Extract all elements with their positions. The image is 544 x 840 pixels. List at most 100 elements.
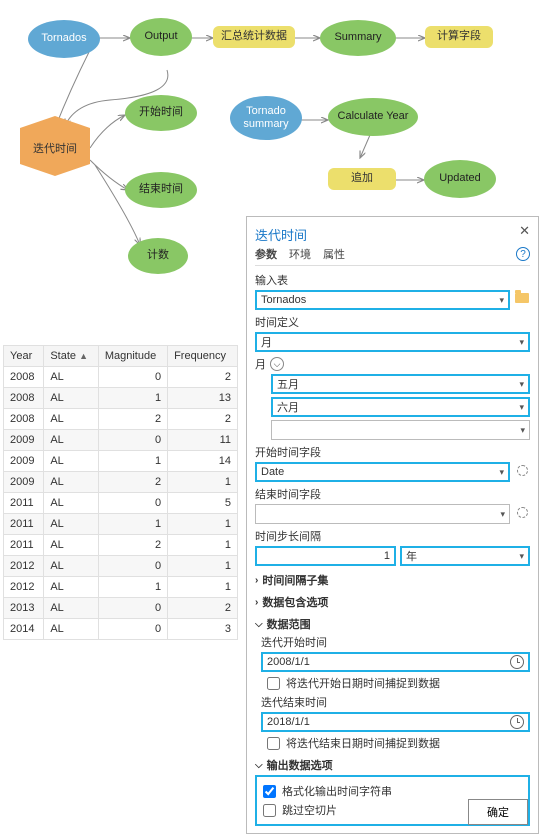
label: 计数 <box>147 249 169 262</box>
clock-icon[interactable] <box>510 655 524 669</box>
label: Tornado summary <box>236 105 296 131</box>
section-output[interactable]: ⌵输出数据选项 <box>255 757 530 773</box>
iter-start-input[interactable]: 2008/1/1 <box>261 652 530 672</box>
table-row[interactable]: 2011AL05 <box>4 493 238 514</box>
table-row[interactable]: 2008AL22 <box>4 409 238 430</box>
end-field-label: 结束时间字段 <box>255 486 530 502</box>
gear-icon[interactable] <box>514 462 530 478</box>
table-row[interactable]: 2009AL114 <box>4 451 238 472</box>
time-def-label: 时间定义 <box>255 314 530 330</box>
help-icon[interactable]: ? <box>516 247 530 261</box>
node-iterate[interactable]: 迭代时间 <box>20 128 90 168</box>
month-label: 月 <box>255 356 266 372</box>
section-subset[interactable]: ›时间间隔子集 <box>255 572 530 588</box>
chevron-down-icon: ▾ <box>519 551 524 562</box>
snap-end-label: 将迭代结束日期时间捕捉到数据 <box>286 735 440 751</box>
label: 追加 <box>351 172 373 185</box>
node-calcfield[interactable]: 计算字段 <box>425 26 493 48</box>
sort-asc-icon: ▲ <box>79 351 88 361</box>
table-row[interactable]: 2009AL21 <box>4 472 238 493</box>
table-row[interactable]: 2012AL01 <box>4 556 238 577</box>
node-end[interactable]: 结束时间 <box>125 172 197 208</box>
panel-title: 迭代时间 <box>255 225 530 244</box>
chevron-right-icon: › <box>255 575 258 586</box>
expand-icon[interactable]: ⌵ <box>270 357 284 371</box>
gear-icon[interactable] <box>514 504 530 520</box>
start-field-select[interactable]: Date▾ <box>255 462 510 482</box>
table-row[interactable]: 2012AL11 <box>4 577 238 598</box>
browse-folder-icon[interactable] <box>514 290 530 306</box>
col-state[interactable]: State ▲ <box>44 346 99 367</box>
node-summary[interactable]: Summary <box>320 20 396 56</box>
chevron-down-icon: ▾ <box>499 467 504 478</box>
ok-button[interactable]: 确定 <box>468 799 528 825</box>
end-field-select[interactable]: ▾ <box>255 504 510 524</box>
table-row[interactable]: 2011AL21 <box>4 535 238 556</box>
skip-empty-label: 跳过空切片 <box>282 802 337 818</box>
node-append[interactable]: 追加 <box>328 168 396 190</box>
col-magnitude[interactable]: Magnitude <box>98 346 167 367</box>
table-row[interactable]: 2014AL03 <box>4 619 238 640</box>
close-icon[interactable]: ✕ <box>519 223 530 239</box>
month-select-2[interactable]: 六月▾ <box>271 397 530 417</box>
chevron-down-icon: ⌵ <box>255 760 263 771</box>
label: 计算字段 <box>437 30 481 43</box>
snap-start-checkbox[interactable] <box>267 677 280 690</box>
node-tornado-summary[interactable]: Tornado summary <box>230 96 302 140</box>
chevron-right-icon: › <box>255 597 258 608</box>
tab-env[interactable]: 环境 <box>289 246 311 262</box>
node-updated[interactable]: Updated <box>424 160 496 198</box>
label: Output <box>144 30 177 43</box>
node-output[interactable]: Output <box>130 18 192 56</box>
chevron-down-icon: ⌵ <box>255 619 263 630</box>
chevron-down-icon: ▾ <box>519 402 524 413</box>
format-string-checkbox[interactable] <box>263 785 276 798</box>
table-row[interactable]: 2008AL113 <box>4 388 238 409</box>
tab-params[interactable]: 参数 <box>255 246 277 262</box>
iter-end-label: 迭代结束时间 <box>261 694 530 710</box>
node-tornados[interactable]: Tornados <box>28 20 100 58</box>
col-year[interactable]: Year <box>4 346 44 367</box>
label: Calculate Year <box>338 110 409 123</box>
label: Summary <box>334 31 381 44</box>
iter-end-input[interactable]: 2018/1/1 <box>261 712 530 732</box>
results-table: Year State ▲ Magnitude Frequency 2008AL0… <box>3 345 238 640</box>
month-select-empty[interactable]: ▾ <box>271 420 530 440</box>
table-row[interactable]: 2008AL02 <box>4 367 238 388</box>
section-range[interactable]: ⌵数据范围 <box>255 616 530 632</box>
snap-start-label: 将迭代开始日期时间捕捉到数据 <box>286 675 440 691</box>
step-label: 时间步长间隔 <box>255 528 530 544</box>
label: 汇总统计数据 <box>221 30 287 43</box>
step-unit-select[interactable]: 年▾ <box>400 546 530 566</box>
skip-empty-checkbox[interactable] <box>263 804 276 817</box>
input-table-select[interactable]: Tornados▾ <box>255 290 510 310</box>
start-field-label: 开始时间字段 <box>255 444 530 460</box>
clock-icon[interactable] <box>510 715 524 729</box>
node-aggregate[interactable]: 汇总统计数据 <box>213 26 295 48</box>
col-frequency[interactable]: Frequency <box>168 346 238 367</box>
label: 开始时间 <box>139 106 183 119</box>
node-calculate-year[interactable]: Calculate Year <box>328 98 418 136</box>
format-string-label: 格式化输出时间字符串 <box>282 783 392 799</box>
panel-tabs: 参数 环境 属性 <box>255 246 530 266</box>
label: 迭代时间 <box>33 140 77 156</box>
chevron-down-icon: ▾ <box>499 295 504 306</box>
table-row[interactable]: 2009AL011 <box>4 430 238 451</box>
node-count[interactable]: 计数 <box>128 238 188 274</box>
iter-start-label: 迭代开始时间 <box>261 634 530 650</box>
section-include[interactable]: ›数据包含选项 <box>255 594 530 610</box>
table-row[interactable]: 2011AL11 <box>4 514 238 535</box>
node-start[interactable]: 开始时间 <box>125 95 197 131</box>
label: Updated <box>439 172 481 185</box>
time-def-select[interactable]: 月▾ <box>255 332 530 352</box>
chevron-down-icon: ▾ <box>520 425 525 436</box>
table-row[interactable]: 2013AL02 <box>4 598 238 619</box>
chevron-down-icon: ▾ <box>500 509 505 520</box>
tab-props[interactable]: 属性 <box>323 246 345 262</box>
snap-end-checkbox[interactable] <box>267 737 280 750</box>
month-select-1[interactable]: 五月▾ <box>271 374 530 394</box>
label: Tornados <box>41 32 86 45</box>
step-value-input[interactable]: 1 <box>255 546 396 566</box>
input-table-label: 输入表 <box>255 272 530 288</box>
label: 结束时间 <box>139 183 183 196</box>
